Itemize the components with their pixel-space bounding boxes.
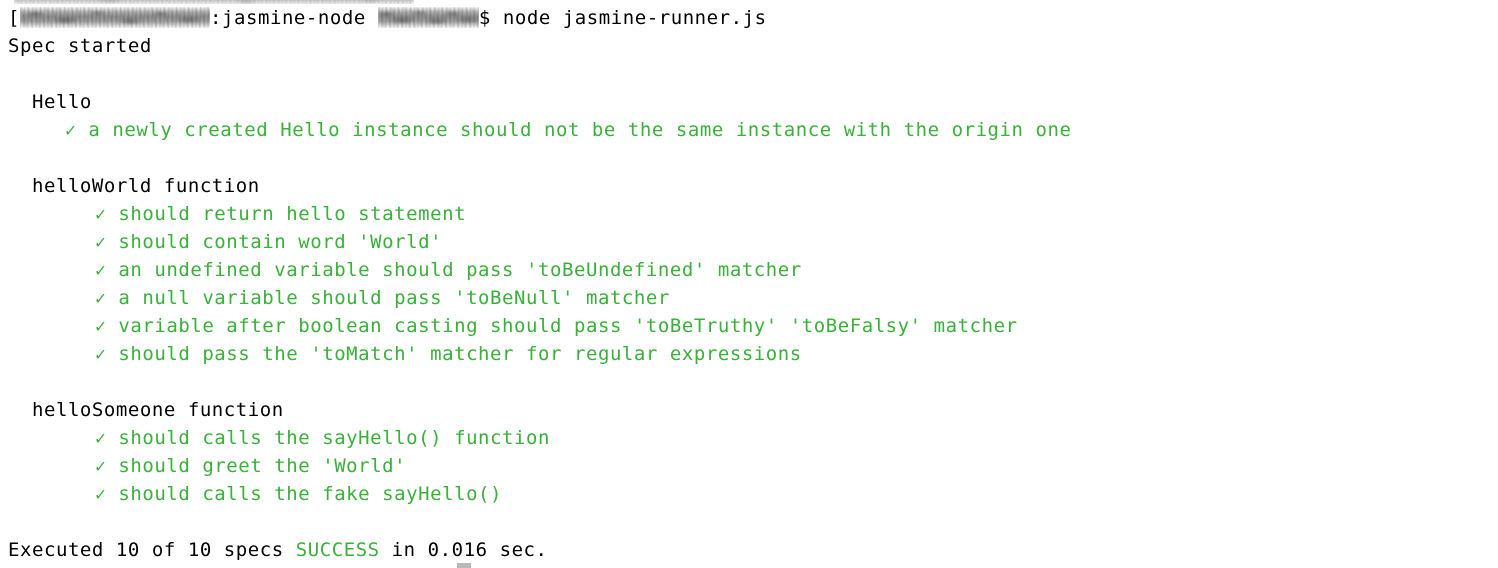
pass-check-icon: ✓ bbox=[95, 456, 107, 477]
spec-description: should calls the fake sayHello() bbox=[118, 483, 503, 505]
spec-description: should greet the 'World' bbox=[118, 455, 407, 477]
status-badge-success: SUCCESS bbox=[295, 539, 380, 561]
spec-result-row: ✓ a newly created Hello instance should … bbox=[65, 116, 1072, 144]
spec-label bbox=[106, 455, 118, 477]
pass-check-icon: ✓ bbox=[95, 428, 107, 449]
spec-description: a null variable should pass 'toBeNull' m… bbox=[118, 287, 670, 309]
spec-description: should return hello statement bbox=[118, 203, 467, 225]
spec-description: should calls the sayHello() function bbox=[118, 427, 550, 449]
pass-check-icon: ✓ bbox=[95, 484, 107, 505]
spec-result-row: ✓ should calls the sayHello() function bbox=[95, 424, 550, 452]
summary-suffix: in 0.016 sec. bbox=[379, 539, 548, 561]
pass-check-icon: ✓ bbox=[95, 288, 107, 309]
pass-check-icon: ✓ bbox=[95, 232, 107, 253]
spec-description: variable after boolean casting should pa… bbox=[118, 315, 1018, 337]
terminal-cursor bbox=[457, 563, 471, 568]
suite-heading-helloworld: helloWorld function bbox=[8, 175, 260, 197]
summary-line: Executed 10 of 10 specs SUCCESS in 0.016… bbox=[8, 536, 548, 564]
spec-label bbox=[106, 259, 118, 281]
prompt-sigil: $ bbox=[478, 7, 491, 29]
spec-result-row: ✓ an undefined variable should pass 'toB… bbox=[95, 256, 802, 284]
spec-result-row: ✓ should calls the fake sayHello() bbox=[95, 480, 502, 508]
prompt-line: [:jasmine-node $ node jasmine-runner.js bbox=[8, 4, 767, 32]
spec-result-row: ✓ should pass the 'toMatch' matcher for … bbox=[95, 340, 802, 368]
spec-description: an undefined variable should pass 'toBeU… bbox=[118, 259, 802, 281]
terminal-window[interactable]: [:jasmine-node $ node jasmine-runner.js … bbox=[0, 0, 1498, 568]
summary-prefix: Executed 10 of 10 specs bbox=[8, 539, 296, 561]
spec-label bbox=[106, 287, 118, 309]
pass-check-icon: ✓ bbox=[95, 204, 107, 225]
spec-description: a newly created Hello instance should no… bbox=[88, 119, 1072, 141]
redacted-branch bbox=[377, 7, 479, 28]
suite-heading-hellosomeone: helloSomeone function bbox=[8, 399, 284, 421]
pass-check-icon: ✓ bbox=[95, 260, 107, 281]
spec-label bbox=[106, 203, 118, 225]
spec-result-row: ✓ should greet the 'World' bbox=[95, 452, 406, 480]
redacted-user-host bbox=[20, 7, 210, 28]
pass-check-icon: ✓ bbox=[65, 120, 77, 141]
spec-description: should pass the 'toMatch' matcher for re… bbox=[118, 343, 802, 365]
prompt-separator: : bbox=[210, 7, 222, 29]
spec-label bbox=[76, 119, 88, 141]
spec-result-row: ✓ should return hello statement bbox=[95, 200, 466, 228]
prompt-directory: jasmine-node bbox=[222, 7, 366, 29]
spec-label bbox=[106, 483, 118, 505]
spec-label bbox=[106, 343, 118, 365]
spec-label bbox=[106, 427, 118, 449]
spec-description: should contain word 'World' bbox=[118, 231, 443, 253]
prompt-open-bracket: [ bbox=[8, 7, 20, 29]
spec-result-row: ✓ should contain word 'World' bbox=[95, 228, 442, 256]
spec-label bbox=[106, 315, 118, 337]
spec-label bbox=[106, 231, 118, 253]
spec-result-row: ✓ a null variable should pass 'toBeNull'… bbox=[95, 284, 670, 312]
output-line-spec-started: Spec started bbox=[8, 35, 152, 57]
suite-heading-hello: Hello bbox=[8, 91, 92, 113]
prompt-command: node jasmine-runner.js bbox=[490, 7, 767, 29]
pass-check-icon: ✓ bbox=[95, 344, 107, 365]
spec-result-row: ✓ variable after boolean casting should … bbox=[95, 312, 1018, 340]
pass-check-icon: ✓ bbox=[95, 316, 107, 337]
